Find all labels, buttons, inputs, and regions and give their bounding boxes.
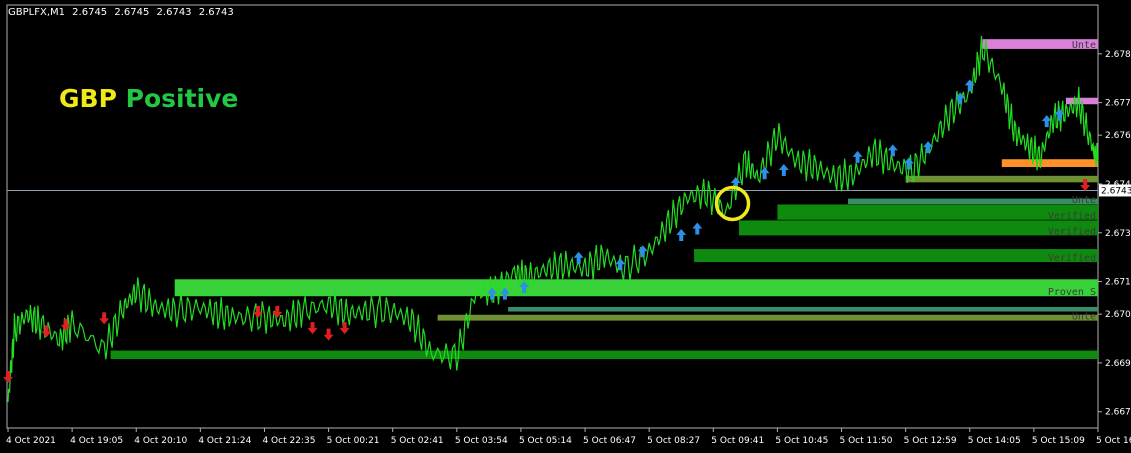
current-price-label: 2.6743 (1101, 186, 1131, 196)
zone-label-0: Unte (1072, 40, 1096, 51)
zone-6 (738, 220, 1098, 236)
x-tick-label-7: 5 Oct 03:54 (455, 436, 508, 446)
high-value: 2.6745 (114, 7, 150, 18)
x-tick-label-14: 5 Oct 12:59 (904, 436, 957, 446)
zone-label-6: Verified (1048, 226, 1096, 237)
x-tick-label-11: 5 Oct 09:41 (711, 436, 764, 446)
x-tick-label-5: 5 Oct 00:21 (327, 436, 380, 446)
y-tick-label-8: 2.6675 (1105, 408, 1131, 418)
y-tick-label-2: 2.6760 (1105, 131, 1131, 141)
x-tick-label-0: 4 Oct 2021 (6, 436, 56, 446)
zone-2 (1001, 159, 1098, 168)
x-axis: 4 Oct 2021 4 Oct 19:05 4 Oct 20:10 4 Oct 21… (6, 428, 1131, 446)
x-tick-label-12: 5 Oct 10:45 (775, 436, 828, 446)
x-tick-label-2: 4 Oct 20:10 (134, 436, 187, 446)
x-tick-label-17: 5 Oct 16 (1096, 436, 1131, 446)
zone-7 (694, 249, 1098, 263)
zone-label-5: Verified (1048, 211, 1096, 222)
x-tick-label-4: 4 Oct 22:35 (262, 436, 315, 446)
low-value: 2.6743 (156, 7, 192, 18)
x-tick-label-8: 5 Oct 05:14 (519, 436, 572, 446)
y-tick-label-1: 2.6770 (1105, 99, 1131, 109)
y-tick-label-5: 2.6715 (1105, 278, 1131, 288)
x-tick-label-9: 5 Oct 06:47 (583, 436, 636, 446)
x-tick-label-3: 4 Oct 21:24 (198, 436, 251, 446)
zone-10 (437, 314, 1098, 321)
zone-label-7: Verified (1048, 253, 1096, 264)
zone-9 (508, 306, 1098, 312)
overlay-sentiment: Positive (125, 84, 239, 113)
y-axis: 2.67852.67702.67602.67452.67302.67152.67… (1098, 50, 1131, 418)
symbol-label: GBPLFX,M1 (8, 7, 65, 18)
zone-8 (174, 279, 1099, 297)
open-value: 2.6745 (72, 7, 108, 18)
y-tick-label-4: 2.6730 (1105, 229, 1131, 239)
x-tick-label-15: 5 Oct 14:05 (968, 436, 1021, 446)
x-tick-label-10: 5 Oct 08:27 (647, 436, 700, 446)
x-tick-label-1: 4 Oct 19:05 (70, 436, 123, 446)
overlay-currency: GBP (59, 84, 117, 113)
zone-4 (847, 198, 1098, 205)
x-tick-label-6: 5 Oct 02:41 (391, 436, 444, 446)
x-tick-label-13: 5 Oct 11:50 (840, 436, 893, 446)
zone-3 (905, 175, 1098, 183)
sentiment-overlay: GBP Positive (59, 84, 238, 113)
x-tick-label-16: 5 Oct 15:09 (1032, 436, 1085, 446)
zone-11 (110, 350, 1098, 360)
y-tick-label-7: 2.6690 (1105, 359, 1131, 369)
close-value: 2.6743 (198, 7, 234, 18)
y-tick-label-0: 2.6785 (1105, 50, 1131, 60)
zone-label-8: Proven S (1048, 287, 1096, 298)
chart-header: GBPLFX,M1 2.6745 2.6745 2.6743 2.6743 (8, 7, 238, 18)
price-chart[interactable]: Unte Unte Verified Verified Verified Proven S… (0, 0, 1131, 453)
y-tick-label-6: 2.6705 (1105, 310, 1131, 320)
zone-label-10: Unte (1072, 312, 1096, 323)
